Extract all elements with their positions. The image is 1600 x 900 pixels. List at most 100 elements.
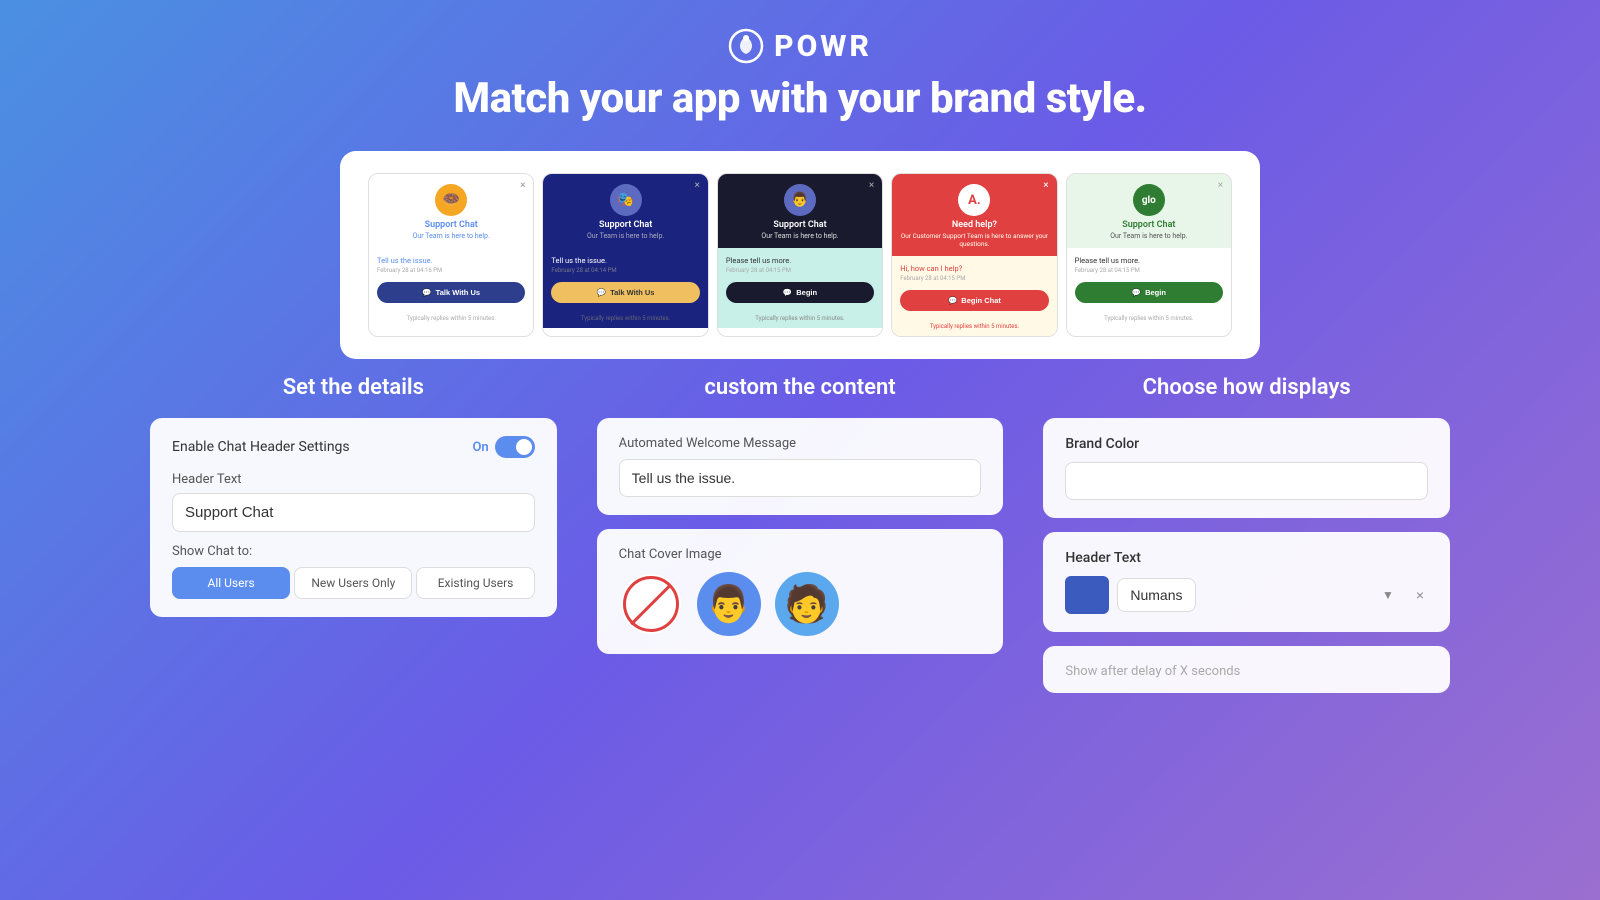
page-header: POWR Match your app with your brand styl… xyxy=(453,0,1146,135)
card-btn-label-2: Talk With Us xyxy=(610,288,654,297)
preview-card-5: × glo Support Chat Our Team is here to h… xyxy=(1066,173,1232,337)
close-icon-2: × xyxy=(694,180,699,191)
logo-row: POWR xyxy=(453,28,1146,64)
font-select-wrapper: Numans ▼ xyxy=(1117,578,1403,612)
preview-card-1: × 🍩 Support Chat Our Team is here to hel… xyxy=(368,173,534,337)
preview-card-4: × A. Need help? Our Customer Support Tea… xyxy=(891,173,1057,337)
right-column: Choose how displays Brand Color Header T… xyxy=(1043,375,1450,693)
card-cta-3[interactable]: 💬 Begin xyxy=(726,282,874,303)
card-btn-label-5: Begin xyxy=(1145,288,1166,297)
bottom-section: Set the details Enable Chat Header Setti… xyxy=(150,375,1450,693)
chat-icon-1: 💬 xyxy=(422,288,431,297)
header-text-group: Header Text xyxy=(172,472,535,532)
card-footer-3: Typically replies within 5 minutes. xyxy=(718,311,882,328)
welcome-msg-input[interactable] xyxy=(619,459,982,497)
chat-icon-5: 💬 xyxy=(1132,288,1141,297)
card-footer-2: Typically replies within 5 minutes. xyxy=(543,311,707,328)
welcome-msg-label: Automated Welcome Message xyxy=(619,436,982,451)
card-footer-1: Typically replies within 5 minutes. xyxy=(369,311,533,328)
chevron-down-icon: ▼ xyxy=(1382,588,1394,602)
avatar-2: 🎭 xyxy=(610,184,642,216)
card-message-3: Please tell us more. xyxy=(726,256,874,265)
card-subtitle-4: Our Customer Support Team is here to ans… xyxy=(900,232,1048,248)
delay-placeholder-text: Show after delay of X seconds xyxy=(1065,664,1240,679)
card-message-2: Tell us the issue. xyxy=(551,256,699,265)
headline: Match your app with your brand style. xyxy=(453,74,1146,123)
no-image-icon xyxy=(621,574,681,634)
chat-icon-4: 💬 xyxy=(948,296,957,305)
color-swatch[interactable] xyxy=(1065,462,1428,500)
left-settings-card: Enable Chat Header Settings On Header Te… xyxy=(150,418,557,617)
card-time-5: February 28 at 04:15 PM xyxy=(1075,267,1223,274)
color-input-row xyxy=(1065,462,1428,500)
avatar-5: glo xyxy=(1133,184,1165,216)
header-text-input[interactable] xyxy=(172,493,535,532)
avatar-options-row: 👨 🧑 xyxy=(619,572,982,636)
close-icon-5: × xyxy=(1218,180,1223,191)
chat-icon-2: 💬 xyxy=(597,288,606,297)
avatar-man-2[interactable]: 🧑 xyxy=(775,572,839,636)
card-time-3: February 28 at 04:15 PM xyxy=(726,267,874,274)
font-select-row: Numans ▼ × xyxy=(1065,576,1428,614)
right-column-title: Choose how displays xyxy=(1143,375,1351,400)
card-btn-label-3: Begin xyxy=(796,288,817,297)
enable-chat-row: Enable Chat Header Settings On xyxy=(172,436,535,458)
font-color-picker[interactable] xyxy=(1065,576,1109,614)
cover-image-card: Chat Cover Image 👨 🧑 xyxy=(597,529,1004,654)
avatar-1: 🍩 xyxy=(435,184,467,216)
toggle-group[interactable]: On xyxy=(472,436,534,458)
show-chat-to-label: Show Chat to: xyxy=(172,544,535,559)
avatar-3: 👨 xyxy=(784,184,816,216)
card-message-5: Please tell us more. xyxy=(1075,256,1223,265)
header-text-right-card: Header Text Numans ▼ × xyxy=(1043,532,1450,632)
card-btn-label-4: Begin Chat xyxy=(961,296,1001,305)
preview-card-2: × 🎭 Support Chat Our Team is here to hel… xyxy=(542,173,708,337)
card-time-2: February 28 at 04:14 PM xyxy=(551,267,699,274)
avatar-no-image[interactable] xyxy=(619,572,683,636)
card-message-4: Hi, how can I help? xyxy=(900,264,1048,273)
left-column-title: Set the details xyxy=(283,375,424,400)
middle-column-title: custom the content xyxy=(704,375,895,400)
powr-logo-icon xyxy=(728,28,764,64)
header-text-label: Header Text xyxy=(172,472,535,487)
card-subtitle-1: Our Team is here to help. xyxy=(413,232,490,240)
close-icon-3: × xyxy=(869,180,874,191)
toggle-switch[interactable] xyxy=(495,436,535,458)
card-btn-label-1: Talk With Us xyxy=(436,288,480,297)
chat-icon-3: 💬 xyxy=(783,288,792,297)
card-title-2: Support Chat xyxy=(599,220,652,230)
delay-card: Show after delay of X seconds xyxy=(1043,646,1450,693)
cover-image-label: Chat Cover Image xyxy=(619,547,982,562)
card-title-1: Support Chat xyxy=(425,220,478,230)
card-title-4: Need help? xyxy=(952,220,997,230)
audience-new-users[interactable]: New Users Only xyxy=(294,567,412,599)
avatar-man-1[interactable]: 👨 xyxy=(697,572,761,636)
card-title-5: Support Chat xyxy=(1122,220,1175,230)
card-time-1: February 28 at 04:16 PM xyxy=(377,267,525,274)
card-subtitle-5: Our Team is here to help. xyxy=(1110,232,1187,240)
clear-font-button[interactable]: × xyxy=(1412,587,1428,603)
card-cta-5[interactable]: 💬 Begin xyxy=(1075,282,1223,303)
logo-text: POWR xyxy=(774,29,872,64)
card-time-4: February 28 at 04:15 PM xyxy=(900,275,1048,282)
audience-radio-group: All Users New Users Only Existing Users xyxy=(172,567,535,599)
enable-chat-label: Enable Chat Header Settings xyxy=(172,439,350,455)
audience-existing-users[interactable]: Existing Users xyxy=(416,567,534,599)
audience-all-users[interactable]: All Users xyxy=(172,567,290,599)
card-title-3: Support Chat xyxy=(773,220,826,230)
brand-color-card: Brand Color xyxy=(1043,418,1450,518)
card-cta-1[interactable]: 💬 Talk With Us xyxy=(377,282,525,303)
card-cta-4[interactable]: 💬 Begin Chat xyxy=(900,290,1048,311)
middle-column: custom the content Automated Welcome Mes… xyxy=(597,375,1004,693)
card-cta-2[interactable]: 💬 Talk With Us xyxy=(551,282,699,303)
card-footer-4: Typically replies within 5 minutes. xyxy=(892,319,1056,336)
preview-card-3: × 👨 Support Chat Our Team is here to hel… xyxy=(717,173,883,337)
avatar-4: A. xyxy=(958,184,990,216)
font-select[interactable]: Numans xyxy=(1117,578,1196,612)
close-icon-1: × xyxy=(520,180,525,191)
card-subtitle-2: Our Team is here to help. xyxy=(587,232,664,240)
header-text-right-label: Header Text xyxy=(1065,550,1428,566)
card-footer-5: Typically replies within 5 minutes. xyxy=(1067,311,1231,328)
preview-container: × 🍩 Support Chat Our Team is here to hel… xyxy=(340,151,1260,359)
close-icon-4: × xyxy=(1043,180,1048,191)
